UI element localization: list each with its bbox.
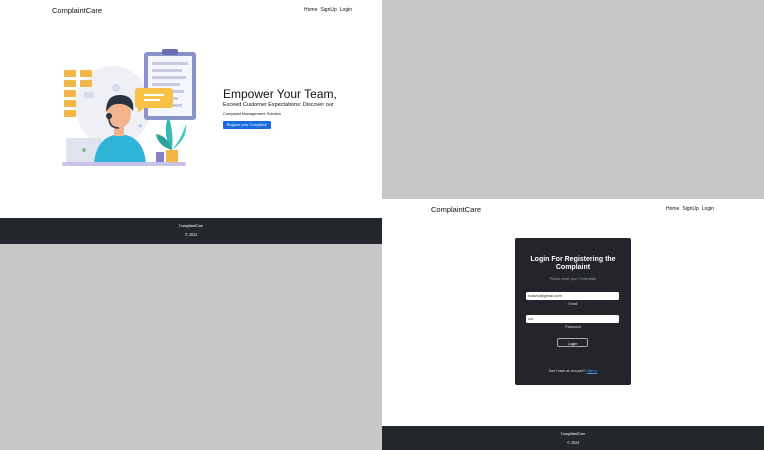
navbar: ComplaintCare Home SignUp Login [0,0,382,20]
password-label: Password [565,325,581,329]
home-page: ComplaintCare Home SignUp Login Empower … [0,0,382,244]
nav-home-link[interactable]: Home [666,206,679,212]
email-label: Email [568,302,578,306]
register-complaint-button[interactable]: Register your Complaint [223,121,271,129]
footer-copyright: © 2024 [184,232,198,237]
signup-prompt: Don't have an account? Signup [515,369,631,373]
hero-subtitle-line-2: Complaint Management Solution [223,111,282,116]
signup-prompt-text: Don't have an account? [548,369,586,373]
brand-logo[interactable]: ComplaintCare [52,6,102,15]
email-field[interactable]: ndavic@gmail.com [526,292,619,300]
navbar: ComplaintCare Home SignUp Login [382,199,764,219]
login-button[interactable]: Login [557,338,588,347]
footer-brand: ComplaintCare [560,431,586,436]
footer: ComplaintCare © 2024 [382,426,764,450]
nav-links: Home SignUp Login [666,206,714,212]
nav-login-link[interactable]: Login [340,7,352,13]
footer-brand: ComplaintCare [178,223,204,228]
brand-logo[interactable]: ComplaintCare [431,205,481,214]
nav-signup-link[interactable]: SignUp [682,206,698,212]
support-agent-illustration [62,49,196,166]
login-card: Login For Registering the Complaint Plea… [515,238,631,385]
hero-subtitle: Exceed Customer Expectations: Discover o… [223,102,334,108]
hero-title: Empower Your Team, [223,87,337,101]
login-title: Login For Registering the Complaint [530,256,616,271]
nav-home-link[interactable]: Home [304,7,317,13]
login-page: ComplaintCare Home SignUp Login Login Fo… [382,199,764,450]
footer-copyright: © 2024 [566,440,580,445]
password-field[interactable]: •••• [526,315,619,323]
nav-links: Home SignUp Login [304,7,352,13]
footer: ComplaintCare © 2024 [0,218,382,244]
nav-login-link[interactable]: Login [702,206,714,212]
nav-signup-link[interactable]: SignUp [320,7,336,13]
login-subtitle: Please enter your Credentials [549,277,597,281]
signup-link[interactable]: Signup [586,369,597,373]
